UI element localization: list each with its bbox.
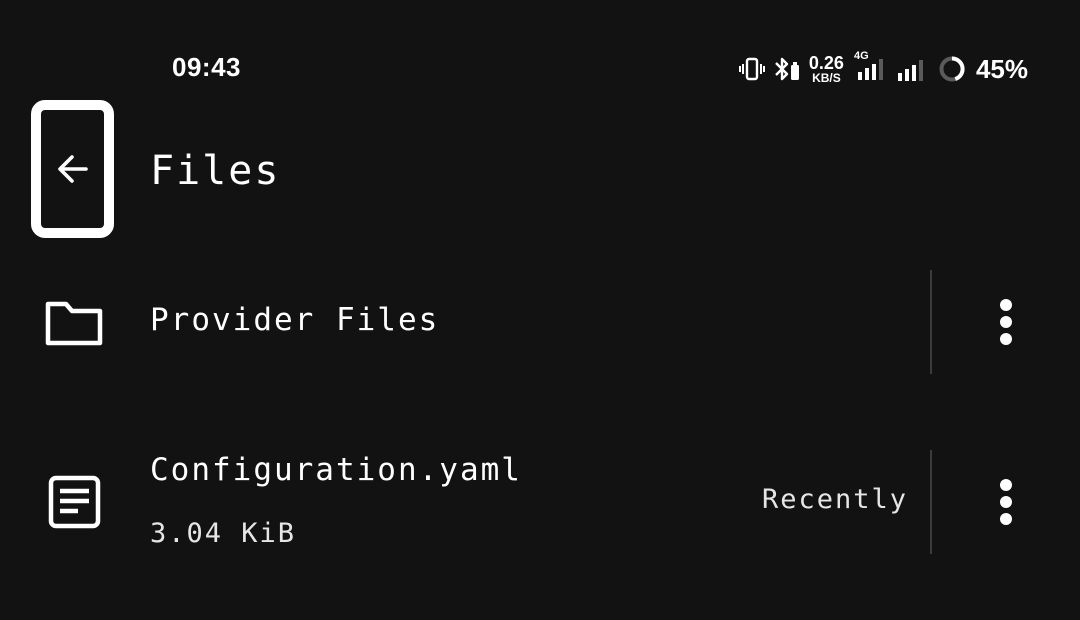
file-name: Configuration.yaml [150,452,522,488]
more-options-button[interactable] [984,298,1028,348]
status-time: 09:43 [172,52,241,82]
list-item-folder[interactable]: Provider Files [0,270,1080,374]
document-icon [48,475,101,529]
battery-ring-icon [939,56,965,82]
file-modified: Recently [761,484,908,515]
network-speed-value: 0.26 [808,53,844,73]
signal-icon [897,60,923,81]
arrow-left-icon [57,155,88,183]
status-bar: 09:43 0.26 KB/S 4G 45% [0,0,1080,100]
network-speed: 0.26 KB/S [809,54,844,84]
more-vert-icon [1000,299,1012,345]
file-size: 3.04 KiB [150,518,297,549]
divider [930,450,932,554]
more-vert-icon [1000,479,1012,525]
vibrate-icon [738,57,765,81]
divider [930,270,932,374]
folder-icon [45,301,103,346]
status-icons: 0.26 KB/S 4G 45% [738,50,1028,86]
bluetooth-battery-icon [775,57,799,81]
page-title: Files [150,148,281,194]
back-button[interactable] [31,100,114,238]
file-name: Provider Files [150,302,440,338]
network-speed-unit: KB/S [812,71,841,85]
battery-percent: 45% [975,53,1028,84]
signal-4g: 4G [852,50,888,84]
list-item-file[interactable]: Configuration.yaml 3.04 KiB Recently [0,450,1080,554]
signal-4g-icon [857,59,883,80]
more-options-button[interactable] [984,478,1028,528]
